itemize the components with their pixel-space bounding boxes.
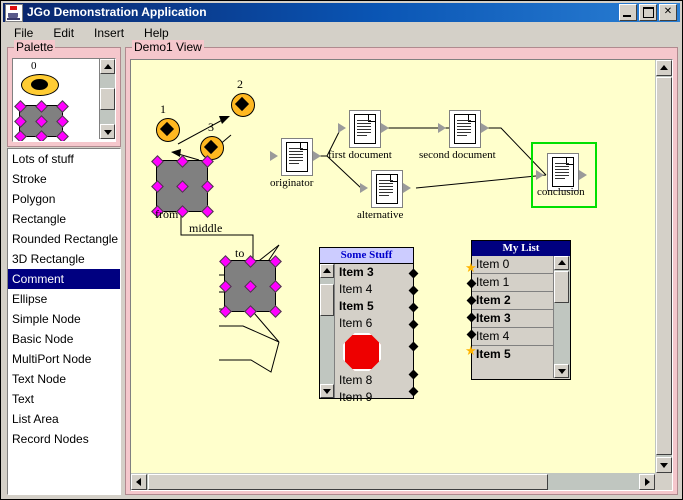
menu-item-insert[interactable]: Insert [85,24,133,42]
list-item-list-area[interactable]: List Area [8,409,120,429]
my-list-port-5[interactable]: ★ [465,344,477,357]
palette-scroll-up-button[interactable] [100,59,115,74]
my-list-title: My List [472,241,570,256]
listnode-my-list[interactable]: My List Item 0 Item 1 Item 2 Item 3 Item… [465,240,571,380]
palette-item-0-label: 0 [31,60,37,72]
application-window: JGo Demonstration Application ✕ File Edi… [0,0,683,500]
originator-label: originator [270,177,314,189]
my-list-item-4[interactable]: Item 4 [472,328,554,346]
some-stuff-item-1[interactable]: Item 4 [335,281,413,298]
list-item-record-nodes[interactable]: Record Nodes [8,429,120,449]
my-list-scrollbar[interactable] [553,256,570,378]
object-type-list[interactable]: Lots of stuff Stroke Polygon Rectangle R… [7,148,121,495]
view-scroll-up-button[interactable] [656,60,672,76]
view-scroll-left-button[interactable] [131,474,147,490]
list-item-basic-node[interactable]: Basic Node [8,329,120,349]
left-column: Palette 0 Lots of stuff Stroke Polygon R… [3,40,123,498]
my-list-scroll-up[interactable] [554,256,569,270]
list-item-rectangle[interactable]: Rectangle [8,209,120,229]
list-item-text[interactable]: Text [8,389,120,409]
list-item-simple-node[interactable]: Simple Node [8,309,120,329]
some-stuff-item-2[interactable]: Item 5 [335,298,413,315]
link-label-from: from [155,207,179,221]
first-document-label: first document [328,149,392,161]
some-stuff-title: Some Stuff [320,248,413,264]
circle-3-label: 3 [208,120,214,134]
my-list-scroll-thumb[interactable] [554,271,569,303]
palette-item-rectangle[interactable] [14,100,69,141]
some-stuff-item-5[interactable]: Item 8 [335,372,413,389]
list-item-text-node[interactable]: Text Node [8,369,120,389]
palette-items: 0 [13,59,99,141]
list-item-stroke[interactable]: Stroke [8,169,120,189]
palette-scroll-thumb[interactable] [100,88,115,110]
some-stuff-scroll-up[interactable] [320,264,334,278]
palette-panel-title: Palette [14,40,56,54]
view-scrollbar-vertical[interactable] [656,60,672,473]
menu-bar: File Edit Insert Help [3,23,680,44]
circle-2-label: 2 [237,77,243,91]
view-hscroll-thumb[interactable] [148,474,548,490]
palette-panel: Palette 0 [7,40,121,147]
my-list-item-2[interactable]: Item 2 [472,292,554,310]
listnode-some-stuff[interactable]: Some Stuff Item 3 Item 4 Item 5 Item 6 I… [319,247,419,404]
list-item-comment[interactable]: Comment [8,269,120,289]
some-stuff-scroll-down[interactable] [320,384,334,398]
window-title: JGo Demonstration Application [27,5,207,19]
palette-scroll-down-button[interactable] [100,124,115,139]
list-item-ellipse[interactable]: Ellipse [8,289,120,309]
list-item-rounded-rectangle[interactable]: Rounded Rectangle [8,229,120,249]
maximize-button[interactable] [639,4,657,21]
diagram-rectangle-2[interactable] [219,255,282,318]
view-panel-title: Demo1 View [132,40,204,54]
conclusion-label: conclusion [537,186,585,198]
some-stuff-item-0[interactable]: Item 3 [335,264,413,281]
list-item-multiport-node[interactable]: MultiPort Node [8,349,120,369]
palette-canvas[interactable]: 0 [12,58,116,142]
view-scroll-right-button[interactable] [639,474,655,490]
minimize-button[interactable] [619,4,637,21]
list-item-polygon[interactable]: Polygon [8,189,120,209]
my-list-scroll-down[interactable] [554,364,569,378]
some-stuff-item-3[interactable]: Item 6 [335,315,413,332]
view-scrollpane: 1 2 3 originator first document second d… [130,59,673,491]
some-stuff-item-6[interactable]: Item 9 [335,389,413,406]
my-list-item-1[interactable]: Item 1 [472,274,554,292]
some-stuff-scrollbar[interactable] [320,264,335,398]
second-document-label: second document [419,149,496,161]
palette-scrollbar-vertical[interactable] [99,59,115,139]
link-label-middle: middle [189,221,223,235]
window-controls: ✕ [619,4,680,21]
view-scrollbar-horizontal[interactable] [131,474,655,490]
content-area: Palette 0 Lots of stuff Stroke Polygon R… [3,40,680,498]
view-vscroll-thumb[interactable] [656,77,672,455]
java-cup-icon [5,3,23,22]
circle-1-label: 1 [160,102,166,116]
diagram-rectangle-1[interactable] [151,155,214,218]
diagram-canvas[interactable]: 1 2 3 originator first document second d… [131,60,655,473]
link-label-to: to [235,246,245,260]
list-item-3d-rectangle[interactable]: 3D Rectangle [8,249,120,269]
my-list-item-5[interactable]: Item 5 [472,346,554,363]
title-bar: JGo Demonstration Application ✕ [3,3,680,22]
view-panel: Demo1 View 1 2 3 originator first docume… [125,40,678,495]
alternative-label: alternative [357,209,404,221]
my-list-item-0[interactable]: Item 0 [472,256,554,274]
scrollbar-corner [655,473,672,490]
my-list-port-0[interactable]: ★ [465,261,477,274]
view-scroll-down-button[interactable] [656,457,672,473]
my-list-item-3[interactable]: Item 3 [472,310,554,328]
close-button[interactable]: ✕ [659,4,677,21]
stop-octagon-icon[interactable] [343,333,381,371]
list-item-lots-of-stuff[interactable]: Lots of stuff [8,149,120,169]
palette-item-ellipse[interactable] [21,74,59,96]
some-stuff-scroll-thumb[interactable] [320,284,334,316]
